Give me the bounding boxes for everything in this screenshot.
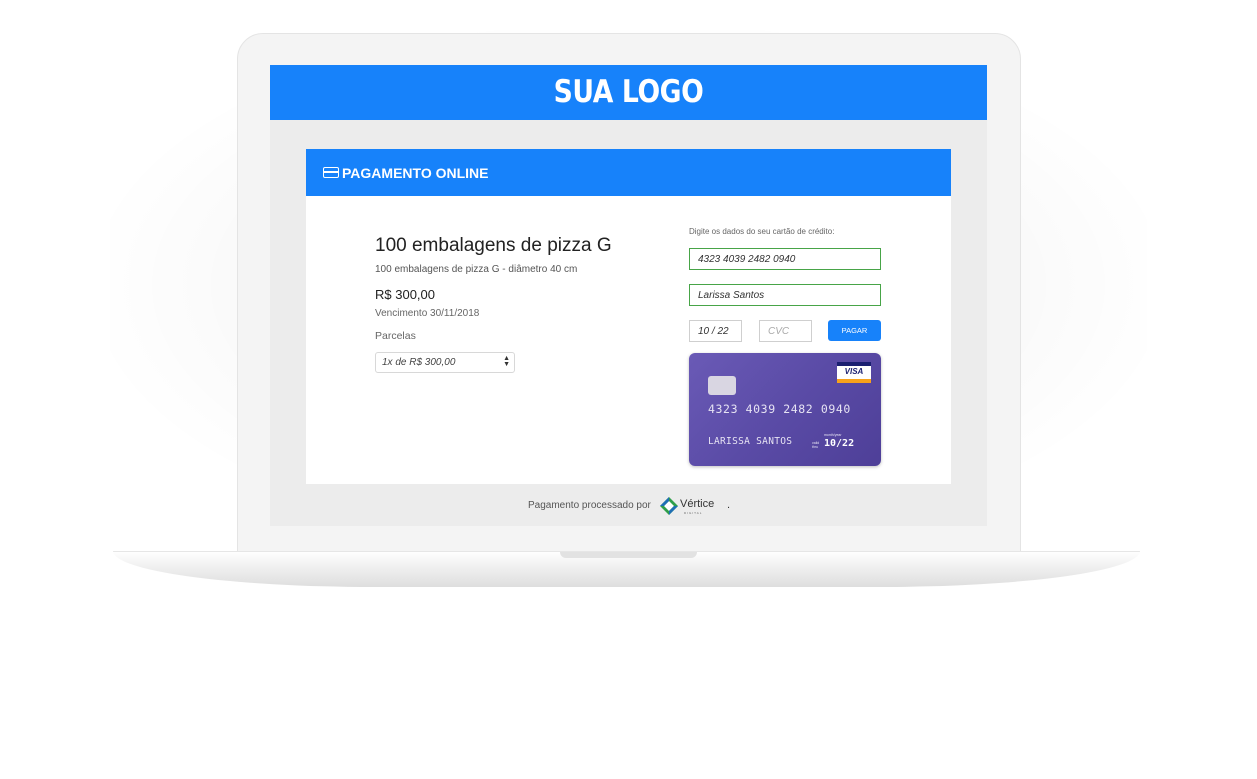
product-title: 100 embalagens de pizza G <box>375 235 612 256</box>
logo-bar: SUA LOGO <box>270 65 987 120</box>
credit-card-preview: VISA 4323 4039 2482 0940 LARISSA SANTOS … <box>689 353 881 466</box>
panel-header: PAGAMENTO ONLINE <box>306 149 951 196</box>
card-name-input[interactable]: Larissa Santos <box>689 284 881 306</box>
card-name-value: Larissa Santos <box>698 290 765 301</box>
product-subtitle: 100 embalagens de pizza G - diâmetro 40 … <box>375 264 578 275</box>
due-date: Vencimento 30/11/2018 <box>375 308 480 319</box>
installments-value: 1x de R$ 300,00 <box>382 357 456 368</box>
brand-name: Vértice <box>680 498 715 510</box>
expiry-value: 10 / 22 <box>698 326 729 337</box>
logo: SUA LOGO <box>553 74 704 110</box>
product-price: R$ 300,00 <box>375 287 435 302</box>
brand-dot: . <box>727 499 731 511</box>
card-number-input[interactable]: 4323 4039 2482 0940 <box>689 248 881 270</box>
cvc-input[interactable]: CVC <box>759 320 812 342</box>
processed-by-text: Pagamento processado por <box>528 500 651 511</box>
panel-body: 100 embalagens de pizza G 100 embalagens… <box>306 196 951 484</box>
expiry-input[interactable]: 10 / 22 <box>689 320 742 342</box>
vertice-logo: Vértice DIGITAL . <box>658 495 730 517</box>
card-number-value: 4323 4039 2482 0940 <box>698 254 796 265</box>
laptop-notch <box>560 552 697 558</box>
visa-logo: VISA <box>837 362 871 383</box>
pay-button[interactable]: PAGAR <box>828 320 881 341</box>
visa-brand-text: VISA <box>844 367 864 376</box>
installments-select[interactable]: 1x de R$ 300,00 ▲ ▼ <box>375 352 515 373</box>
panel-title: PAGAMENTO ONLINE <box>342 165 489 181</box>
brand-sub: DIGITAL <box>684 511 703 515</box>
card-preview-holder: LARISSA SANTOS <box>708 436 793 447</box>
card-chip-icon <box>708 376 736 395</box>
valid-thru-label: valid thru <box>812 441 820 449</box>
card-instruction: Digite os dados do seu cartão de crédito… <box>689 227 835 236</box>
laptop-screen: SUA LOGO PAGAMENTO ONLINE 100 embalagens… <box>270 65 987 526</box>
visa-top-stripe <box>837 362 871 366</box>
card-preview-expiry: 10/22 <box>824 438 855 449</box>
cvc-placeholder: CVC <box>768 326 790 337</box>
month-year-label: month/year <box>824 433 842 437</box>
visa-bottom-stripe <box>837 379 871 383</box>
card-preview-number: 4323 4039 2482 0940 <box>708 402 851 416</box>
select-arrows-icon: ▲ ▼ <box>503 355 510 368</box>
vertice-mark-icon <box>660 497 678 515</box>
credit-card-icon <box>323 167 339 178</box>
installments-label: Parcelas <box>375 330 416 342</box>
